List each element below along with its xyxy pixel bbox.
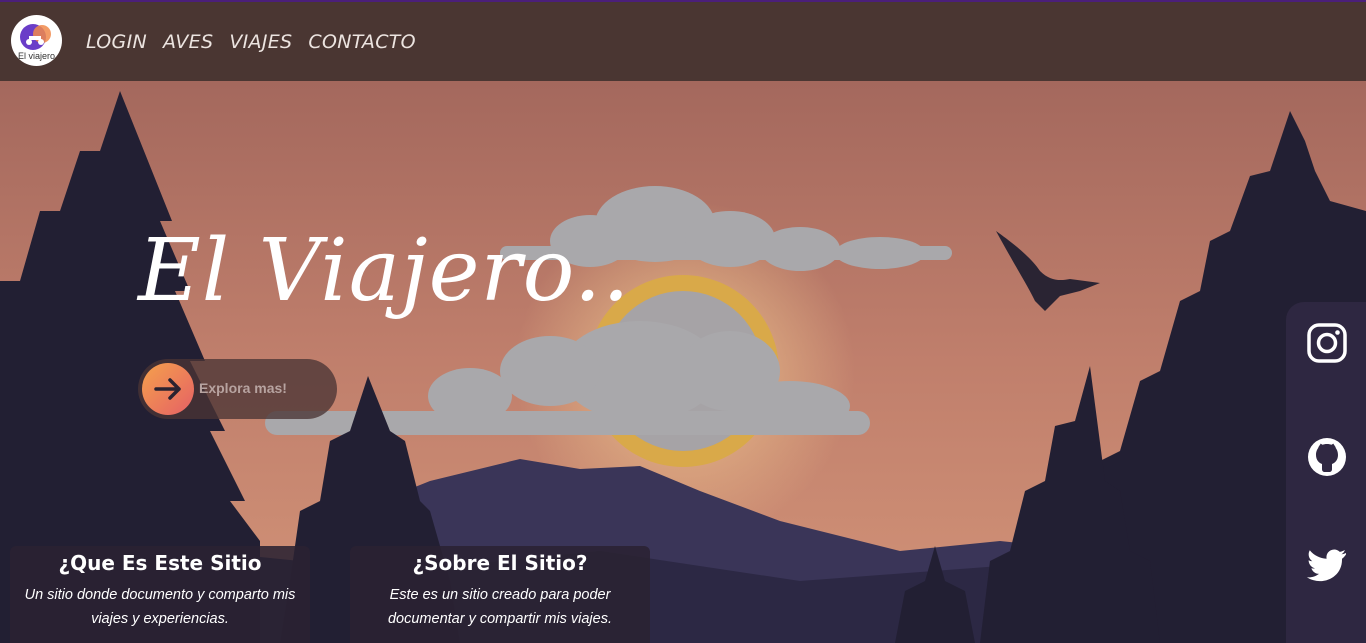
site-logo[interactable]: El viajero [11,15,62,66]
hero-title: El Viajero.. [138,221,631,321]
social-sidebar [1286,302,1366,643]
navbar: El viajero LOGIN AVES VIAJES CONTACTO [0,2,1366,81]
card-text: Un sitio donde documento y comparto mis … [24,587,296,627]
cta-circle [142,363,194,415]
nav-item-contacto[interactable]: CONTACTO [308,31,416,53]
main-nav: LOGIN AVES VIAJES CONTACTO [86,31,416,53]
info-card-sobre: ¿Sobre El Sitio? Este es un sitio creado… [350,546,650,643]
info-card-que-es: ¿Que Es Este Sitio Un sitio donde docume… [10,546,310,643]
github-icon[interactable] [1306,436,1348,478]
instagram-icon[interactable] [1306,322,1348,364]
nav-item-login[interactable]: LOGIN [86,31,147,53]
nav-item-viajes[interactable]: VIAJES [229,31,292,53]
nav-item-aves[interactable]: AVES [163,31,213,53]
card-title: ¿Que Es Este Sitio [58,551,262,575]
explore-button[interactable]: Explora mas! [138,359,337,419]
logo-text: El viajero [17,51,55,61]
explore-button-label: Explora mas! [199,380,287,396]
arrow-right-icon [154,378,181,400]
twitter-icon[interactable] [1306,544,1348,586]
hero-section: El Viajero.. Explora mas! ¿Que Es Este S… [0,81,1366,643]
card-text: Este es un sitio creado para poder docum… [387,587,612,627]
card-title: ¿Sobre El Sitio? [412,551,588,575]
